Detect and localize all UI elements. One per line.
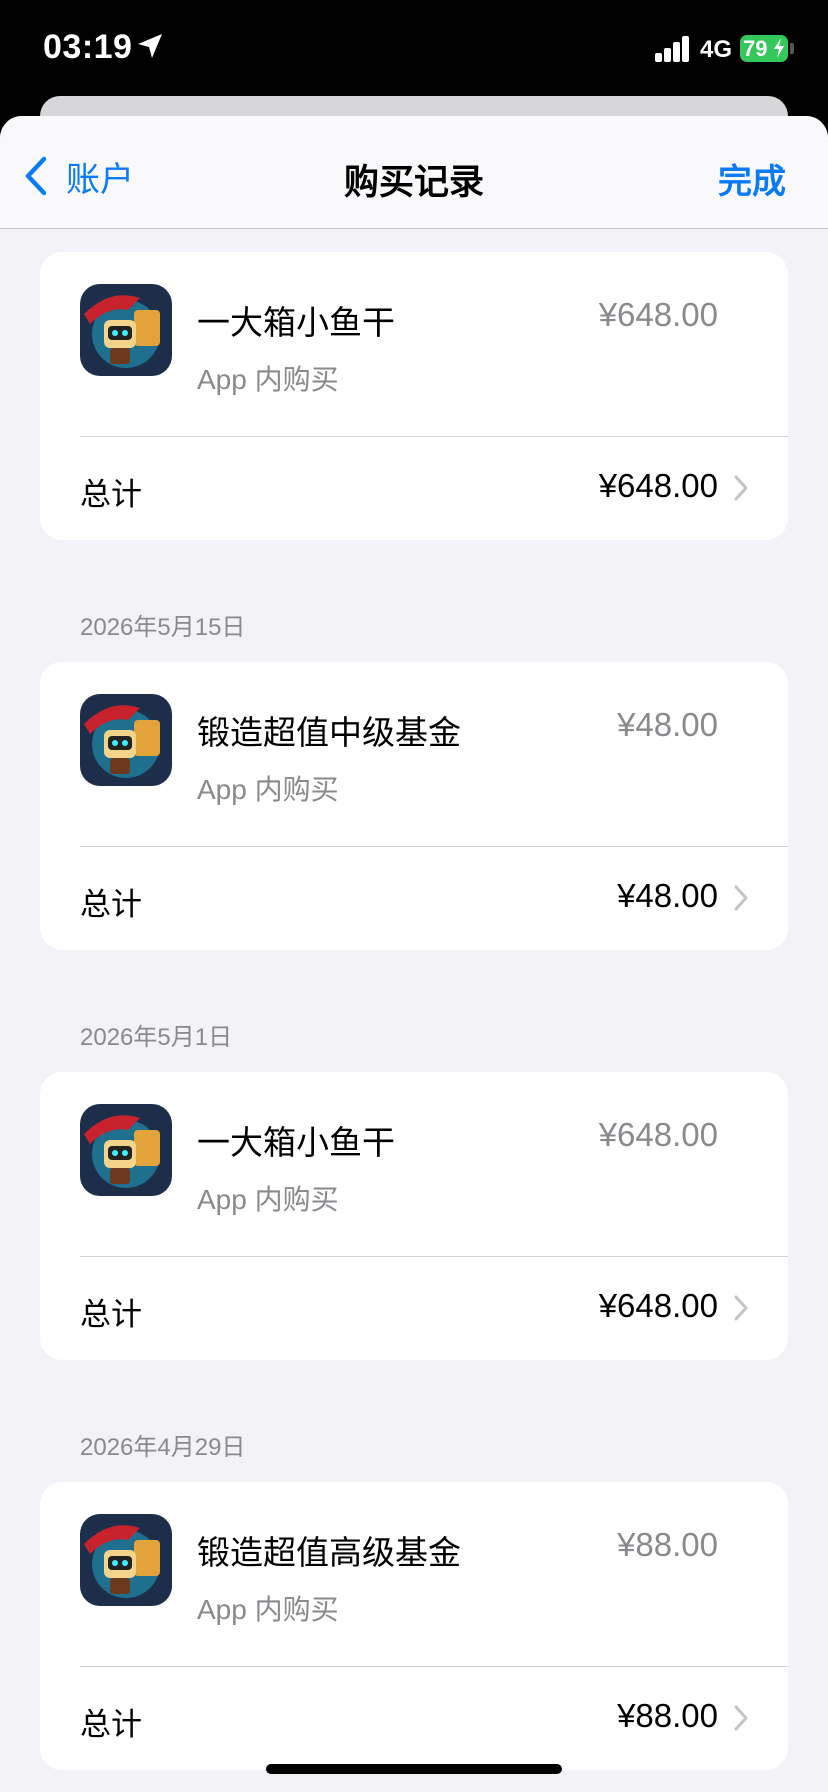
navigation-bar: 账户 购买记录 完成 xyxy=(0,116,828,229)
game-app-icon xyxy=(80,284,172,376)
purchase-card: 一大箱小鱼干 App 内购买 ¥648.00 总计 ¥648.00 xyxy=(40,252,788,540)
section-date: 2026年5月1日 xyxy=(80,1024,233,1051)
item-price: ¥648.00 xyxy=(598,296,718,333)
purchase-history-sheet: 一大箱小鱼干 App 内购买 ¥648.00 总计 ¥648.00 2026年5… xyxy=(0,116,828,1792)
section-date: 2026年5月15日 xyxy=(80,614,246,641)
total-label: 总计 xyxy=(80,887,142,922)
chevron-right-icon xyxy=(734,885,748,911)
item-type: App 内购买 xyxy=(197,364,339,395)
network-type: 4G xyxy=(700,36,733,63)
total-label: 总计 xyxy=(80,477,142,512)
chevron-right-icon xyxy=(734,1705,748,1731)
cellular-signal-icon xyxy=(655,36,691,62)
item-price: ¥48.00 xyxy=(617,706,718,743)
purchase-item-row: 锻造超值高级基金 App 内购买 ¥88.00 xyxy=(40,1482,788,1666)
total-price: ¥648.00 xyxy=(598,467,718,504)
purchase-item-row: 锻造超值中级基金 App 内购买 ¥48.00 xyxy=(40,662,788,846)
purchase-item-row: 一大箱小鱼干 App 内购买 ¥648.00 xyxy=(40,1072,788,1256)
item-type: App 内购买 xyxy=(197,774,339,805)
item-type: App 内购买 xyxy=(197,1184,339,1215)
total-row[interactable]: 总计 ¥648.00 xyxy=(40,437,788,540)
total-row[interactable]: 总计 ¥648.00 xyxy=(40,1257,788,1360)
charging-bolt-icon xyxy=(774,38,784,58)
total-price: ¥648.00 xyxy=(598,1287,718,1324)
total-row[interactable]: 总计 ¥48.00 xyxy=(40,847,788,950)
purchase-card: 锻造超值高级基金 App 内购买 ¥88.00 总计 ¥88.00 xyxy=(40,1482,788,1770)
chevron-right-icon xyxy=(734,475,748,501)
purchase-card: 锻造超值中级基金 App 内购买 ¥48.00 总计 ¥48.00 xyxy=(40,662,788,950)
page-title: 购买记录 xyxy=(343,163,484,202)
status-bar: 03:19 4G 79 xyxy=(0,0,828,100)
game-app-icon xyxy=(80,1104,172,1196)
purchase-item-row: 一大箱小鱼干 App 内购买 ¥648.00 xyxy=(40,252,788,436)
total-label: 总计 xyxy=(80,1297,142,1332)
total-row[interactable]: 总计 ¥88.00 xyxy=(40,1667,788,1770)
status-time: 03:19 xyxy=(43,28,133,66)
home-indicator[interactable] xyxy=(266,1764,562,1774)
total-label: 总计 xyxy=(80,1707,142,1742)
section-date: 2026年4月29日 xyxy=(80,1434,246,1461)
item-price: ¥648.00 xyxy=(598,1116,718,1153)
item-name: 锻造超值高级基金 xyxy=(197,1534,461,1571)
location-arrow-icon xyxy=(138,34,162,58)
item-name: 一大箱小鱼干 xyxy=(197,1124,395,1161)
chevron-right-icon xyxy=(734,1295,748,1321)
item-price: ¥88.00 xyxy=(617,1526,718,1563)
purchase-card: 一大箱小鱼干 App 内购买 ¥648.00 总计 ¥648.00 xyxy=(40,1072,788,1360)
game-app-icon xyxy=(80,1514,172,1606)
battery-icon: 79 xyxy=(740,35,788,62)
battery-cap xyxy=(790,43,794,54)
total-price: ¥88.00 xyxy=(617,1697,718,1734)
item-name: 一大箱小鱼干 xyxy=(197,304,395,341)
done-button[interactable]: 完成 xyxy=(718,154,786,203)
battery-level: 79 xyxy=(743,36,768,61)
game-app-icon xyxy=(80,694,172,786)
total-price: ¥48.00 xyxy=(617,877,718,914)
item-name: 锻造超值中级基金 xyxy=(197,714,461,751)
item-type: App 内购买 xyxy=(197,1594,339,1625)
